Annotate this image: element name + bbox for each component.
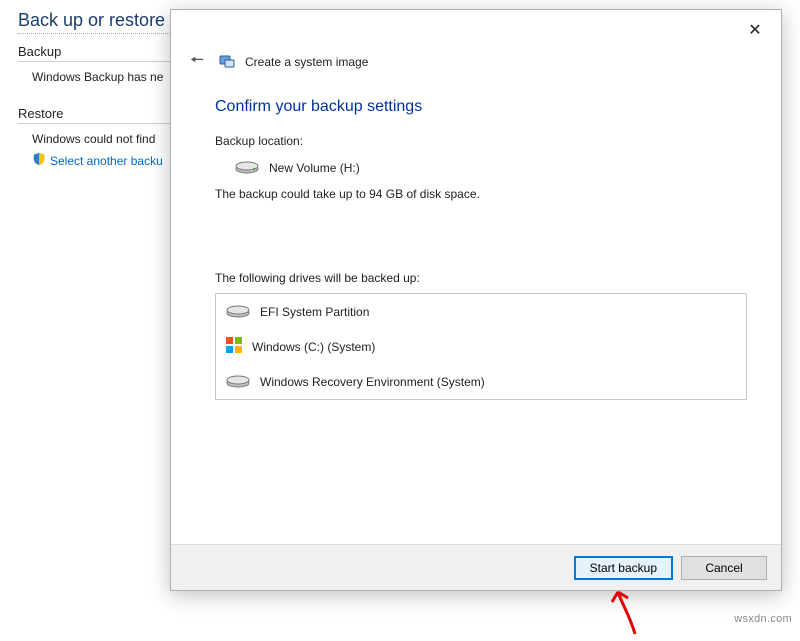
- drive-name: Windows (C:) (System): [252, 340, 375, 354]
- select-another-backup-label: Select another backu: [50, 154, 163, 168]
- dialog-header: 🠔 Create a system image: [171, 50, 781, 84]
- back-button[interactable]: 🠔: [185, 50, 209, 74]
- backup-section-header: Backup: [18, 44, 178, 62]
- start-backup-button[interactable]: Start backup: [574, 556, 673, 580]
- backup-size-estimate: The backup could take up to 94 GB of dis…: [215, 187, 747, 201]
- hard-drive-icon: [226, 302, 250, 321]
- windows-logo-icon: [226, 337, 242, 356]
- drive-name: EFI System Partition: [260, 305, 369, 319]
- hard-drive-icon: [235, 158, 259, 177]
- dialog-heading: Confirm your backup settings: [215, 98, 747, 116]
- backup-location-value: New Volume (H:): [269, 161, 360, 175]
- start-backup-label: Start backup: [590, 561, 657, 575]
- drives-list-label: The following drives will be backed up:: [215, 271, 747, 285]
- shield-icon: [32, 152, 46, 169]
- annotation-arrow: [610, 586, 650, 641]
- close-icon: ✕: [748, 20, 761, 40]
- dialog-footer: Start backup Cancel: [171, 544, 781, 590]
- drives-list: EFI System Partition Windows (C:) (Syste…: [215, 293, 747, 400]
- hard-drive-icon: [226, 372, 250, 391]
- watermark: wsxdn.com: [734, 613, 792, 625]
- create-system-image-dialog: ✕ 🠔 Create a system image Confirm your b…: [170, 9, 782, 591]
- cancel-button[interactable]: Cancel: [681, 556, 767, 580]
- backup-location-row: New Volume (H:): [215, 158, 747, 177]
- drive-name: Windows Recovery Environment (System): [260, 375, 485, 389]
- dialog-body: Confirm your backup settings Backup loca…: [171, 84, 781, 544]
- arrow-left-icon: 🠔: [190, 49, 204, 76]
- list-item: Windows Recovery Environment (System): [216, 364, 746, 399]
- backup-location-label: Backup location:: [215, 134, 747, 148]
- dialog-titlebar: ✕: [171, 10, 781, 50]
- system-image-icon: [219, 53, 235, 72]
- list-item: EFI System Partition: [216, 294, 746, 329]
- dialog-header-title: Create a system image: [245, 55, 368, 69]
- close-button[interactable]: ✕: [735, 15, 775, 45]
- restore-section-header: Restore: [18, 106, 178, 124]
- list-item: Windows (C:) (System): [216, 329, 746, 364]
- cancel-label: Cancel: [705, 561, 742, 575]
